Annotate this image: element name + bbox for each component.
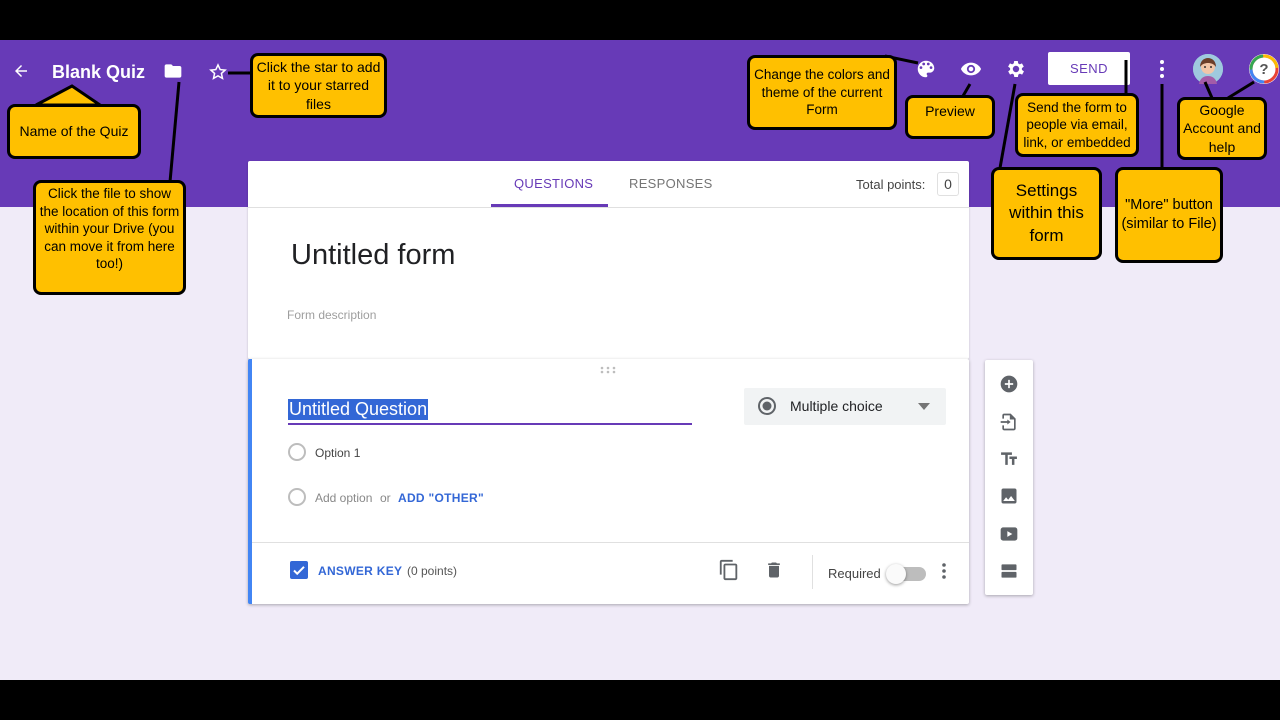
- option-radio-icon: [288, 443, 306, 461]
- tabs-divider: [248, 207, 969, 208]
- duplicate-icon[interactable]: [718, 559, 740, 586]
- dropdown-arrow-icon: [918, 403, 930, 410]
- help-icon[interactable]: ?: [1249, 54, 1279, 84]
- add-other-link[interactable]: ADD "OTHER": [398, 491, 484, 505]
- add-title-icon[interactable]: [997, 447, 1021, 471]
- add-video-icon[interactable]: [997, 522, 1021, 546]
- question-card[interactable]: Untitled Question Multiple choice Option…: [248, 359, 969, 604]
- palette-icon[interactable]: [913, 56, 939, 82]
- import-questions-icon[interactable]: [997, 410, 1021, 434]
- callout-more: "More" button (similar to File): [1115, 167, 1223, 263]
- add-section-icon[interactable]: [997, 559, 1021, 583]
- video-frame: Blank Quiz SEND ? QUESTIONS RESPONSES To…: [0, 0, 1280, 720]
- total-points-label: Total points:: [856, 177, 926, 192]
- add-image-icon[interactable]: [997, 484, 1021, 508]
- callout-star: Click the star to add it to your starred…: [250, 53, 387, 118]
- callout-file-location: Click the file to show the location of t…: [33, 180, 186, 295]
- more-vert-icon[interactable]: [1150, 56, 1174, 82]
- answer-key-button[interactable]: ANSWER KEY: [318, 564, 402, 578]
- option-1-input[interactable]: Option 1: [315, 446, 360, 460]
- required-label: Required: [828, 566, 881, 581]
- or-text: or: [380, 491, 391, 505]
- tab-responses[interactable]: RESPONSES: [629, 176, 713, 191]
- callout-google-account: Google Account and help: [1177, 97, 1267, 160]
- folder-icon[interactable]: [162, 60, 184, 82]
- quiz-title[interactable]: Blank Quiz: [52, 62, 145, 83]
- add-option-link[interactable]: Add option: [315, 491, 372, 505]
- svg-text:?: ?: [1259, 61, 1268, 78]
- tab-questions[interactable]: QUESTIONS: [514, 176, 593, 191]
- eye-icon[interactable]: [958, 56, 984, 82]
- delete-icon[interactable]: [764, 560, 784, 585]
- send-button[interactable]: SEND: [1048, 52, 1130, 85]
- side-toolbar: [985, 360, 1033, 595]
- required-toggle-thumb[interactable]: [886, 564, 906, 584]
- question-title-input[interactable]: Untitled Question: [288, 399, 429, 420]
- callout-preview: Preview: [905, 95, 995, 139]
- gear-icon[interactable]: [1003, 56, 1029, 82]
- form-header-card: QUESTIONS RESPONSES Total points: 0 Unti…: [248, 161, 969, 359]
- callout-settings: Settings within this form: [991, 167, 1102, 260]
- add-option-radio-icon: [288, 488, 306, 506]
- callout-send: Send the form to people via email, link,…: [1015, 93, 1139, 157]
- answer-key-points: (0 points): [407, 564, 458, 578]
- question-type-dropdown[interactable]: Multiple choice: [744, 388, 946, 425]
- add-question-icon[interactable]: [997, 372, 1021, 396]
- question-title-underline: [288, 423, 692, 425]
- form-description-input[interactable]: Form description: [287, 308, 376, 322]
- back-arrow-icon[interactable]: [10, 60, 32, 82]
- callout-colors: Change the colors and theme of the curre…: [747, 55, 897, 130]
- star-icon[interactable]: [206, 60, 230, 84]
- footer-divider: [252, 542, 969, 543]
- question-more-icon[interactable]: [941, 562, 947, 585]
- form-title-input[interactable]: Untitled form: [291, 239, 455, 272]
- radio-checked-icon: [758, 397, 776, 415]
- footer-separator: [812, 555, 813, 589]
- avatar[interactable]: [1193, 54, 1223, 84]
- total-points-value: 0: [937, 172, 959, 196]
- drag-handle-icon[interactable]: [600, 363, 616, 377]
- question-type-label: Multiple choice: [790, 398, 883, 414]
- callout-name-of-quiz: Name of the Quiz: [7, 104, 141, 159]
- answer-key-checkbox-icon[interactable]: [290, 561, 308, 584]
